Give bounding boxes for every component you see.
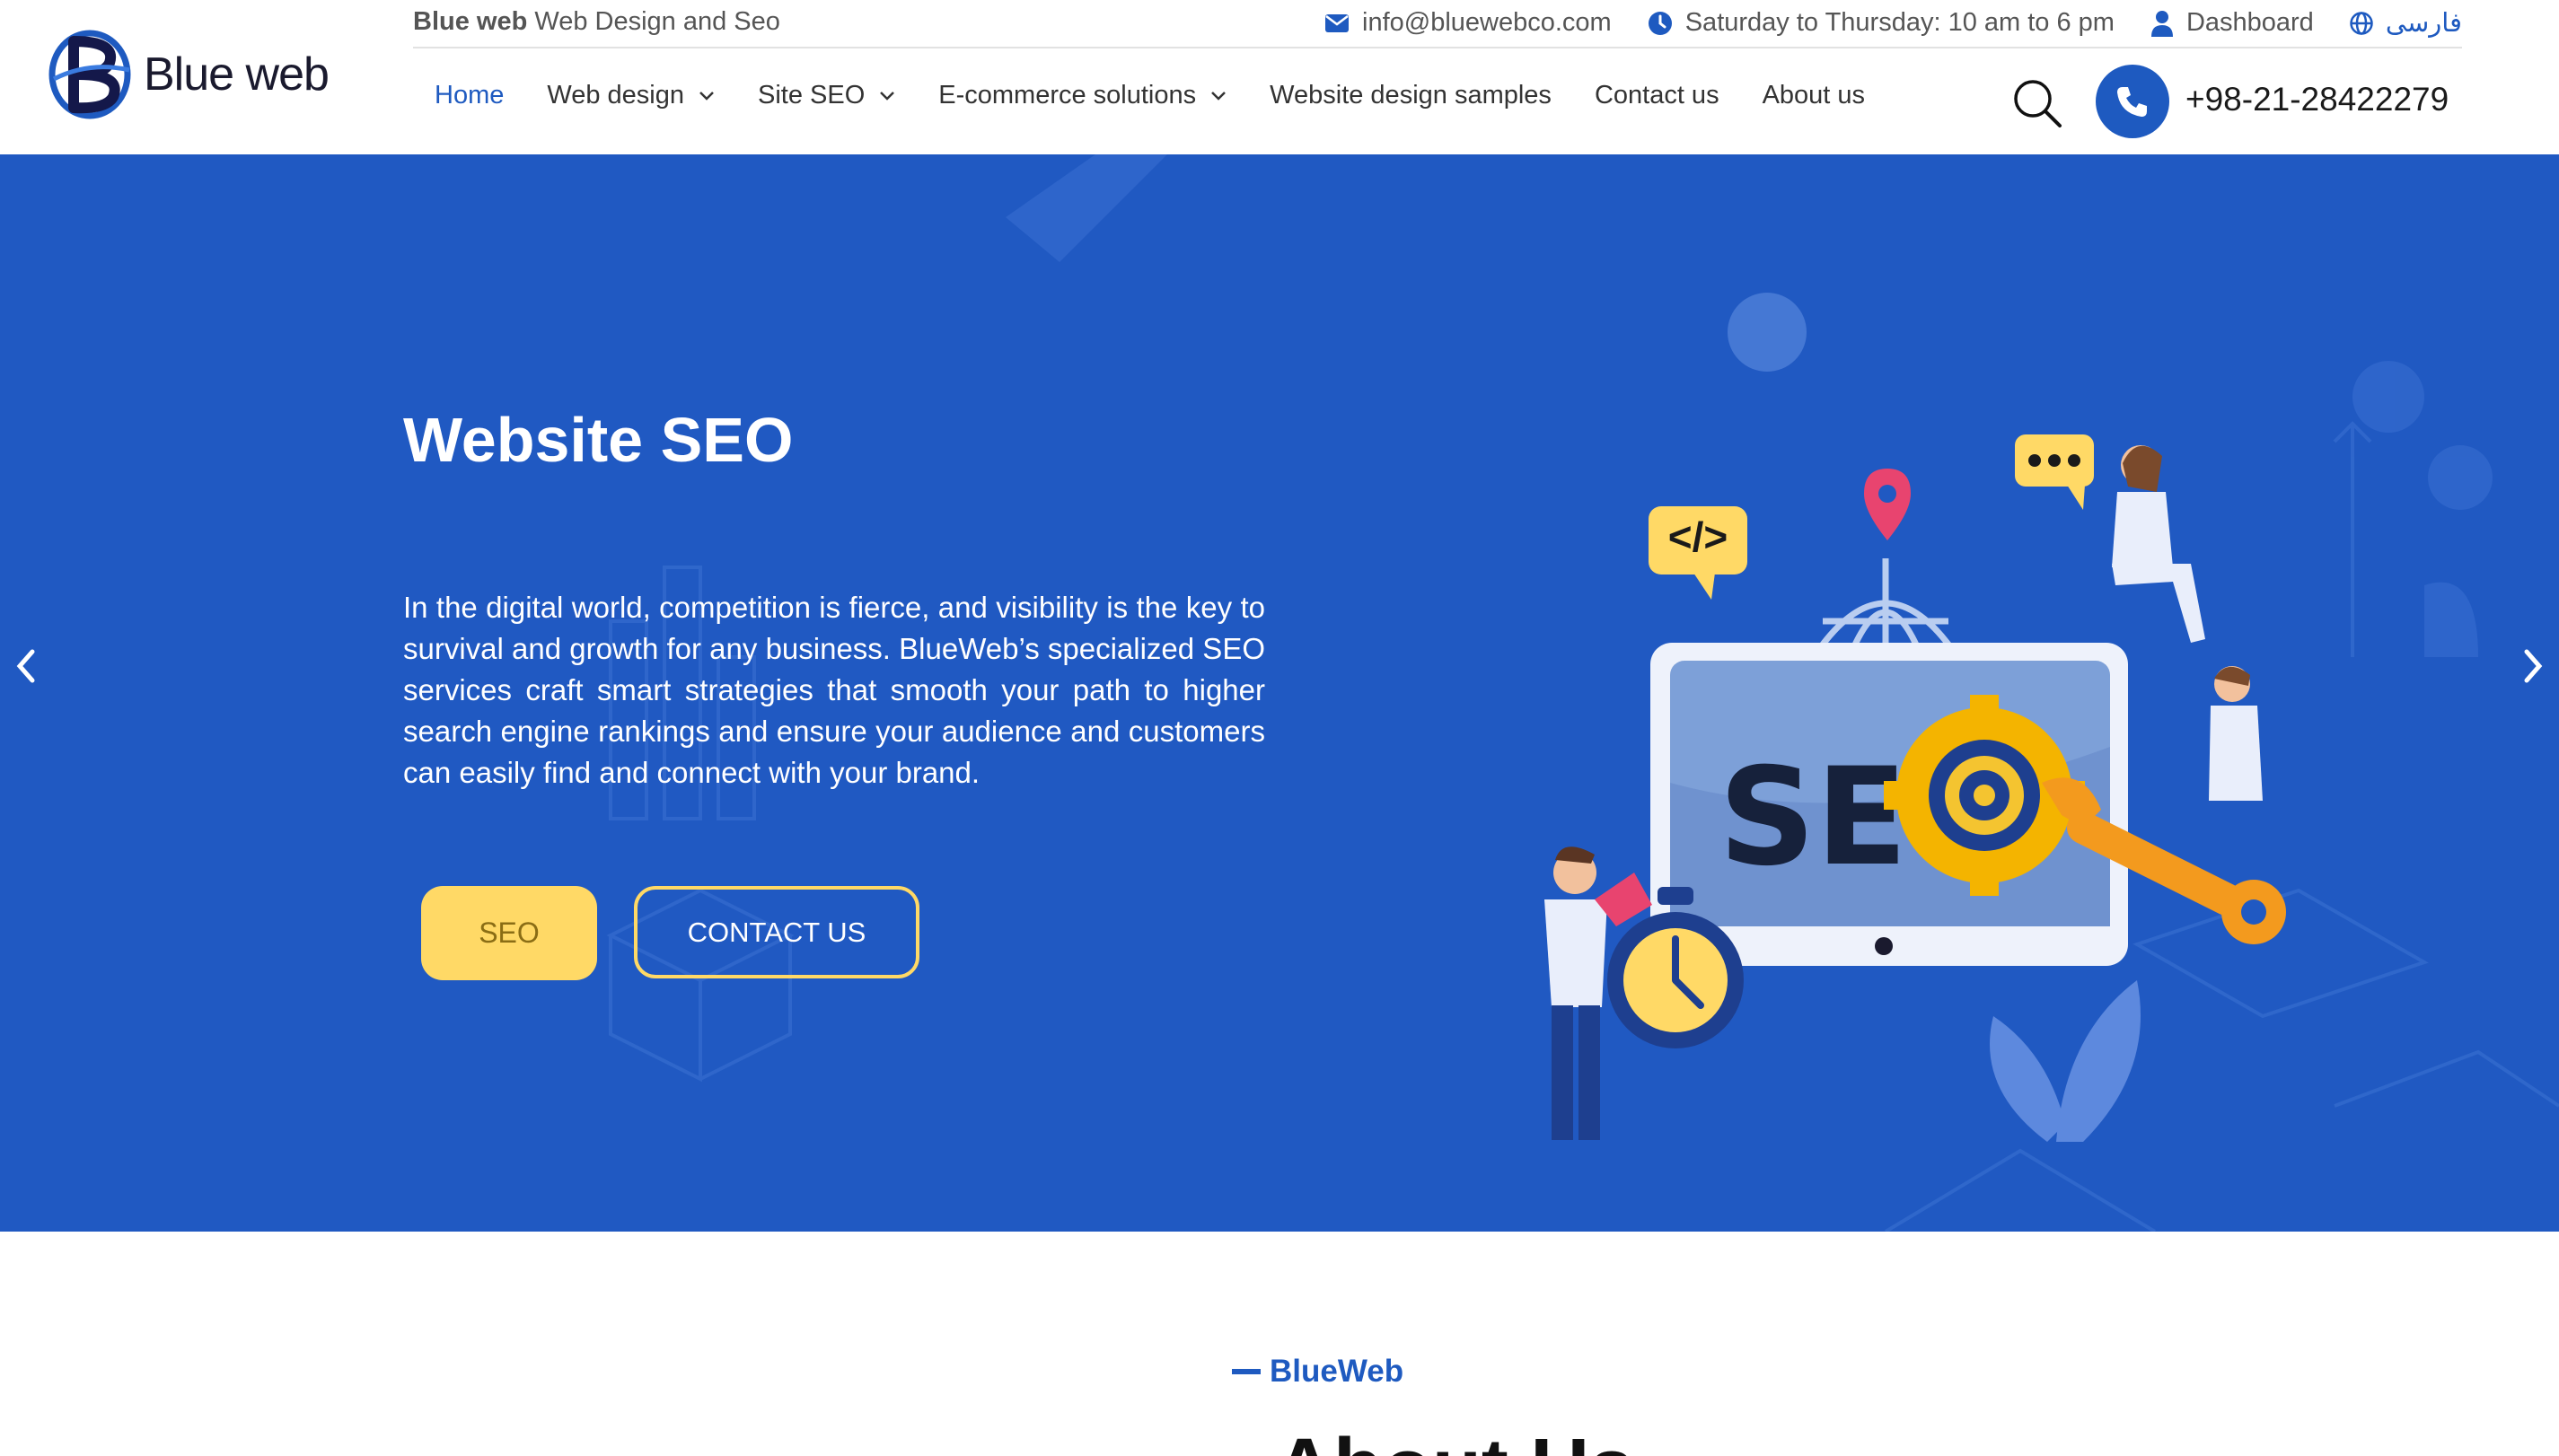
nav-label: E-commerce solutions [938,81,1197,110]
nav-item-about[interactable]: About us [1763,81,1865,110]
email-text: info@bluewebco.com [1362,8,1612,37]
chevron-right-icon[interactable] [2516,639,2552,693]
chevron-down-icon [880,91,895,101]
chat-bubble-icon [2015,434,2094,510]
chevron-left-icon[interactable] [7,639,43,693]
seo-letters: SE [1719,740,1908,896]
language-text: فارسی [2385,9,2462,38]
globe-icon [2350,11,2373,35]
hours-text: Saturday to Thursday: 10 am to 6 pm [1684,8,2115,37]
logo[interactable]: Blue web [47,25,334,124]
nav-item-home[interactable]: Home [435,81,504,110]
top-info: info@bluewebco.com Saturday to Thursday:… [1288,7,2462,39]
code-bubble-icon: </> [1649,506,1747,600]
phone-button[interactable] [2096,65,2169,138]
site-header: Blue web Blue web Web Design and Seo inf… [0,0,2559,154]
person-figure [2209,666,2263,801]
chevron-down-icon [699,91,714,101]
logo-text: Blue web [144,48,330,101]
nav-item-ecommerce[interactable]: E-commerce solutions [938,81,1227,110]
nav-item-web-design[interactable]: Web design [547,81,715,110]
logo-mark-icon [48,30,131,119]
language-switch[interactable]: فارسی [2350,7,2462,39]
top-bar: Blue web Web Design and Seo info@blueweb… [413,0,2462,48]
tagline-brand: Blue web [413,7,528,36]
about-section-title: About Us [1275,1427,1634,1456]
nav-label: About us [1762,81,1866,110]
hours-info: Saturday to Thursday: 10 am to 6 pm [1648,8,2115,38]
dashboard-link[interactable]: Dashboard [2150,8,2314,38]
about-section-label: BlueWeb [1232,1354,1403,1390]
nav-item-contact[interactable]: Contact us [1595,81,1719,110]
nav-label: Website design samples [1270,81,1552,110]
seo-illustration: </> SE [1544,434,2286,1142]
about-label-text: BlueWeb [1270,1354,1404,1389]
search-icon[interactable] [2011,77,2063,129]
nav-label: Site SEO [757,81,866,110]
hero-title: Website SEO [403,405,794,475]
tagline-text: Web Design and Seo [527,7,780,36]
hero-description: In the digital world, competition is fie… [403,591,1265,789]
person-figure [2112,445,2205,643]
nav-label: Web design [547,81,684,110]
nav-label: Contact us [1594,81,1719,110]
svg-text:</>: </> [1668,513,1728,560]
globe-icon [1811,558,1960,659]
envelope-icon [1325,13,1350,32]
label-dash [1232,1369,1261,1374]
nav-item-site-seo[interactable]: Site SEO [758,81,895,110]
email-link[interactable]: info@bluewebco.com [1324,8,1612,38]
hero-slider: Website SEO In the digital world, compet… [0,154,2559,1232]
chevron-down-icon [1211,91,1227,101]
contact-us-button[interactable]: CONTACT US [634,886,919,978]
phone-icon [2117,87,2147,117]
dashboard-text: Dashboard [2185,8,2314,37]
clock-icon [1648,11,1672,35]
nav-item-design-samples[interactable]: Website design samples [1270,81,1552,110]
main-nav: Home Web design Site SEO E-commerce solu… [435,81,1908,110]
seo-button[interactable]: SEO [421,886,597,980]
user-icon [2150,10,2173,37]
leaf-decoration [1990,980,2141,1142]
nav-label: Home [435,81,505,110]
location-pin-icon [1864,469,1911,540]
phone-number[interactable]: +98-21-28422279 [2185,81,2449,118]
tagline: Blue web Web Design and Seo [413,7,780,37]
